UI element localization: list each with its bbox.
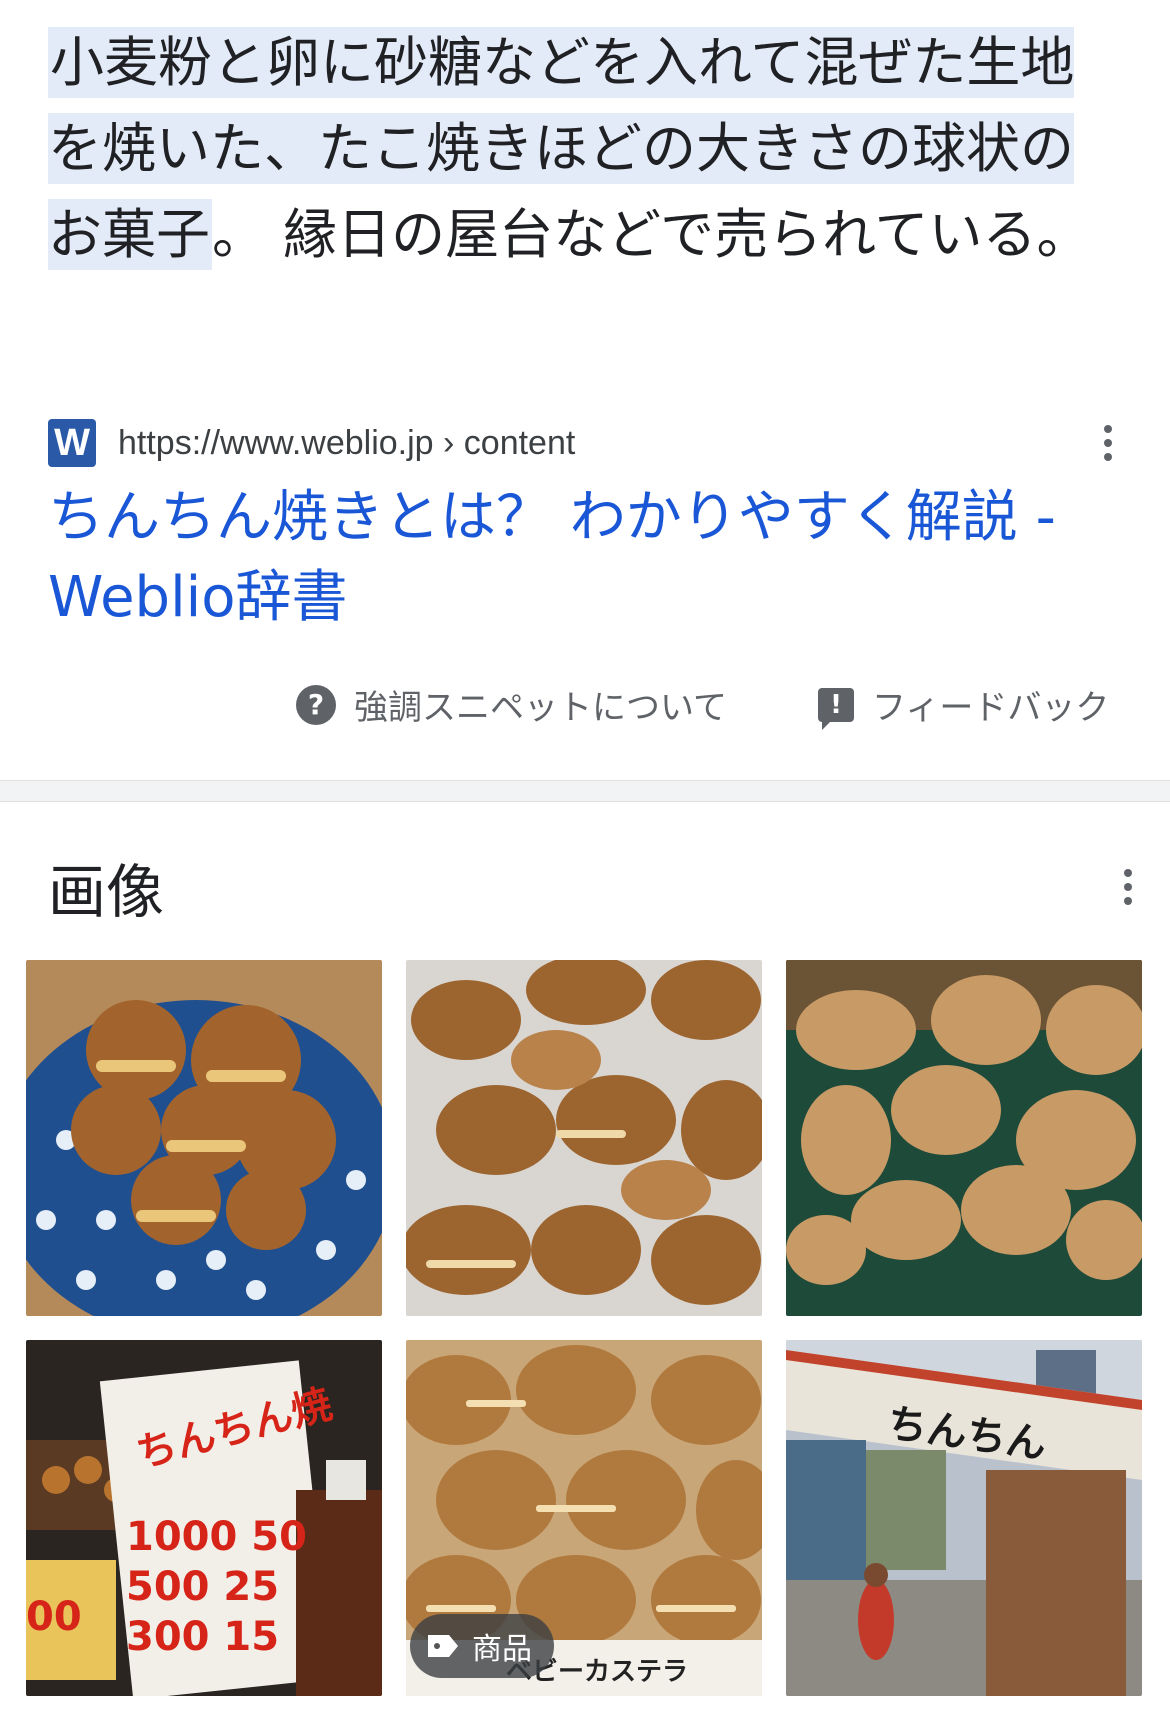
images-section-title: 画像: [48, 858, 165, 926]
images-more-options-icon[interactable]: [1108, 862, 1148, 912]
feedback-label: フィードバック: [872, 688, 1110, 728]
price-line-3: 300 15: [126, 1614, 279, 1660]
featured-snippet-text: 小麦粉と卵に砂糖などを入れて混ぜた生地を焼いた、たこ焼きほどの大きさの球状のお菓…: [48, 20, 1108, 278]
snippet-footer: ? 強調スニペットについて ! フィードバック: [0, 680, 1170, 736]
result-title-link[interactable]: ちんちん焼きとは？ わかりやすく解説 - Weblio辞書: [48, 478, 1128, 638]
weblio-favicon-icon: W: [48, 419, 96, 467]
product-tag-badge: 商品: [410, 1614, 554, 1678]
image-thumbnail-price-sign[interactable]: ちんちん焼 1000 50 500 25 300 15 00: [26, 1340, 382, 1696]
feedback-button[interactable]: ! フィードバック: [818, 680, 1110, 730]
help-icon: ?: [296, 684, 336, 725]
feedback-icon: !: [818, 687, 854, 730]
image-thumbnail-plate[interactable]: [26, 960, 382, 1316]
about-label: 強調スニペットについて: [354, 688, 727, 728]
image-thumbnail-cakes-plate[interactable]: [406, 960, 762, 1316]
more-options-icon[interactable]: [1088, 418, 1128, 468]
about-featured-snippets-button[interactable]: ? 強調スニペットについて: [296, 680, 727, 729]
snippet-rest: 。 縁日の屋台などで売られている。: [212, 203, 1091, 266]
tag-icon: [428, 1635, 458, 1657]
section-divider: [0, 780, 1170, 802]
image-thumbnail-shaped-cakes[interactable]: [786, 960, 1142, 1316]
source-row[interactable]: W https://www.weblio.jp › content: [48, 418, 1128, 468]
image-thumbnail-baby-castella[interactable]: ベビーカステラ 商品: [406, 1340, 762, 1696]
product-tag-label: 商品: [472, 1632, 532, 1667]
price-line-1: 1000 50: [126, 1514, 307, 1560]
image-thumbnail-street-stall[interactable]: ちんちん: [786, 1340, 1142, 1696]
price-side-text: 00: [26, 1594, 82, 1640]
source-url[interactable]: https://www.weblio.jp › content: [118, 424, 575, 463]
price-line-2: 500 25: [126, 1564, 279, 1610]
